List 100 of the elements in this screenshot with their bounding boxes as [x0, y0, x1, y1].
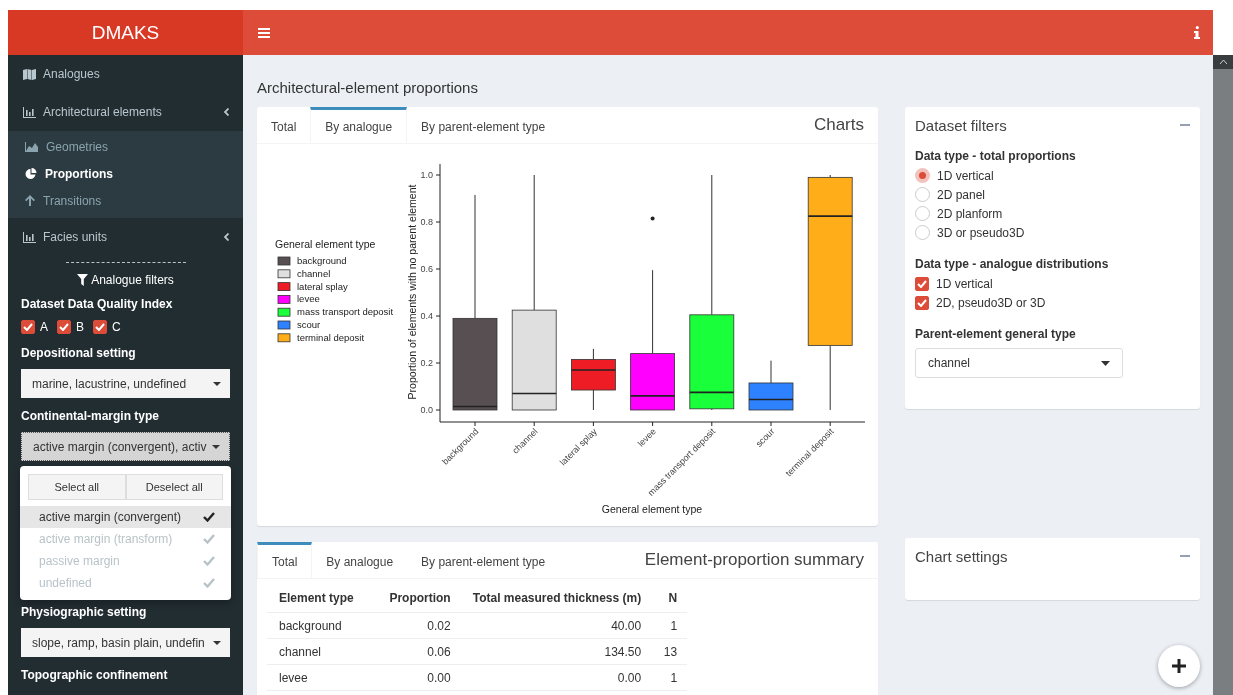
- radio-label: 3D or pseudo3D: [937, 225, 1025, 240]
- bar-chart-icon: [23, 106, 36, 118]
- app-title: DMAKS: [8, 10, 243, 55]
- tab[interactable]: Total: [257, 107, 311, 143]
- dropdown-select[interactable]: active margin (convergent), activ: [21, 432, 230, 461]
- filter-label: Continental-margin type: [21, 409, 160, 423]
- table-cell: 1: [651, 612, 688, 639]
- caret-down-icon: [213, 640, 221, 645]
- dropdown-option[interactable]: active margin (convergent): [20, 506, 231, 528]
- pie-chart-icon: [25, 167, 37, 180]
- legend-title: General element type: [275, 238, 376, 250]
- submenu-item[interactable]: Proportions: [8, 160, 243, 187]
- checkmark-icon: [203, 556, 215, 566]
- table-cell: 40.00: [460, 612, 652, 639]
- table-cell: levee: [267, 664, 364, 691]
- checkmark-icon: [203, 578, 215, 588]
- column-header: Proportion: [363, 583, 461, 613]
- select-action-button[interactable]: Deselect all: [125, 474, 223, 500]
- filters-heading: Analogue filters: [91, 273, 174, 287]
- column-header: Total measured thickness (m): [460, 583, 652, 613]
- select-action-button[interactable]: Select all: [28, 474, 126, 500]
- y-tick-label: 0.8: [420, 217, 433, 227]
- legend-label: scour: [297, 319, 321, 330]
- arrow-up-icon: [25, 195, 35, 206]
- filter-label: Topographic confinement: [21, 668, 169, 682]
- caret-down-icon: [1101, 360, 1110, 366]
- info-icon[interactable]: [1194, 26, 1200, 39]
- radio-button[interactable]: [915, 225, 930, 240]
- tab[interactable]: Total: [257, 542, 313, 578]
- add-button[interactable]: [1158, 645, 1200, 687]
- card-title: Element-proportion summary: [644, 549, 865, 571]
- legend-label: levee: [297, 293, 320, 305]
- x-axis-title: General element type: [601, 503, 703, 515]
- dropdown-select[interactable]: slope, ramp, basin plain, undefin: [21, 628, 230, 657]
- table-cell: 13: [651, 638, 688, 665]
- checkbox[interactable]: [915, 295, 929, 310]
- y-tick-label: 0.0: [420, 405, 433, 415]
- checkmark-icon: [203, 512, 215, 522]
- filter-label: Data type - total proportions: [915, 149, 1077, 163]
- box-plot: [748, 360, 794, 411]
- filter-label: Dataset Data Quality Index: [21, 297, 174, 311]
- checkbox-label: B: [76, 320, 85, 334]
- area-chart-icon: [25, 141, 38, 152]
- y-tick-label: 0.4: [420, 311, 433, 321]
- y-tick-label: 1.0: [420, 170, 433, 180]
- chevron-left-icon[interactable]: [224, 233, 229, 241]
- checkmark-icon: [203, 534, 215, 544]
- table-cell: background: [267, 612, 364, 639]
- checkbox[interactable]: [93, 320, 108, 334]
- panel-title: Chart settings: [915, 547, 1008, 565]
- sidebar-menu-item[interactable]: Facies units: [8, 218, 243, 256]
- dropdown-select[interactable]: channel: [915, 348, 1123, 378]
- checkbox-label: C: [112, 320, 121, 334]
- legend-label: channel: [297, 267, 331, 279]
- legend-label: background: [297, 255, 347, 266]
- tab[interactable]: By analogue: [310, 107, 408, 143]
- legend-label: lateral splay: [297, 280, 348, 292]
- panel-title: Dataset filters: [915, 116, 1007, 134]
- outlier-point: [650, 216, 655, 221]
- menu-icon[interactable]: [258, 27, 270, 38]
- tab[interactable]: By parent-element type: [407, 542, 560, 578]
- column-header: N: [651, 583, 688, 613]
- y-axis-title: Proportion of elements with no parent element: [406, 184, 418, 400]
- y-tick-label: 0.6: [420, 264, 433, 274]
- checkbox[interactable]: [915, 276, 929, 291]
- caret-down-icon: [212, 444, 220, 449]
- radio-label: 2D panel: [937, 187, 986, 202]
- map-icon: [23, 68, 36, 80]
- tab[interactable]: By parent-element type: [407, 107, 560, 143]
- checkbox-label: 2D, pseudo3D or 3D: [936, 295, 1046, 310]
- box-plot: [570, 348, 617, 411]
- radio-button[interactable]: [915, 206, 930, 221]
- scroll-up-icon[interactable]: [1219, 60, 1227, 64]
- tab[interactable]: By analogue: [312, 542, 408, 578]
- filter-label: Depositional setting: [21, 346, 137, 360]
- checkbox-label: A: [40, 320, 48, 334]
- bar-chart-icon: [23, 231, 36, 243]
- submenu-item[interactable]: Geometries: [8, 133, 243, 160]
- caret-down-icon: [213, 381, 221, 386]
- table-cell: channel: [267, 638, 364, 665]
- filter-label: Parent-element general type: [915, 327, 1077, 341]
- chevron-left-icon[interactable]: [224, 108, 229, 116]
- submenu-item[interactable]: Transitions: [8, 187, 243, 214]
- radio-button[interactable]: [915, 187, 930, 202]
- plus-icon: [1172, 659, 1186, 673]
- radio-button[interactable]: [915, 168, 930, 183]
- checkbox[interactable]: [21, 320, 35, 334]
- sidebar-menu-item[interactable]: Architectural elements: [8, 93, 243, 131]
- checkbox-label: 1D vertical: [936, 276, 993, 291]
- sidebar-menu-item[interactable]: Analogues: [8, 55, 243, 93]
- legend-label: terminal deposit: [297, 331, 365, 343]
- dropdown-select[interactable]: marine, lacustrine, undefined: [21, 369, 230, 398]
- radio-label: 1D vertical: [937, 168, 994, 183]
- scrollbar[interactable]: [1213, 55, 1233, 695]
- table-cell: 0.06: [363, 638, 461, 665]
- table-cell: 1: [651, 664, 688, 691]
- table-cell: 134.50: [460, 638, 652, 665]
- legend-label: mass transport deposit: [297, 306, 394, 318]
- column-header: Element type: [267, 583, 364, 613]
- checkbox[interactable]: [57, 320, 71, 334]
